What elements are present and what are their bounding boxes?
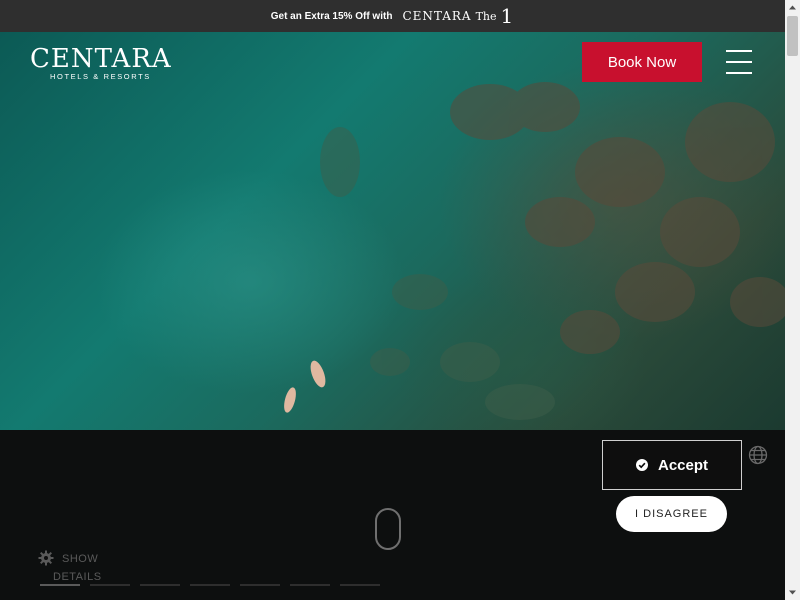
promo-brand-word: CENTARA: [402, 9, 472, 23]
promo-brand-mark: 1: [500, 4, 515, 28]
slide-progress-segment[interactable]: [340, 584, 380, 586]
accept-button[interactable]: Accept: [602, 440, 742, 490]
scroll-up-arrow-icon[interactable]: [785, 0, 800, 15]
page-scrollbar[interactable]: [785, 0, 800, 600]
slide-progress-segment[interactable]: [190, 584, 230, 586]
book-now-button[interactable]: Book Now: [582, 42, 702, 82]
slide-progress-segment[interactable]: [90, 584, 130, 586]
gear-icon: [38, 550, 54, 566]
disagree-button[interactable]: I DISAGREE: [616, 496, 727, 532]
scroll-thumb[interactable]: [787, 16, 798, 56]
centara-the1-logo: CENTARA The 1: [402, 4, 515, 28]
logo-subtitle: HOTELS & RESORTS: [50, 72, 151, 81]
slide-progress-segment[interactable]: [140, 584, 180, 586]
check-circle-icon: [635, 459, 648, 471]
slide-progress-segment[interactable]: [40, 584, 80, 586]
show-details-label-top: SHOW: [62, 553, 99, 565]
globe-icon[interactable]: [748, 445, 768, 465]
centara-logo[interactable]: CENTARA HOTELS & RESORTS: [30, 44, 172, 84]
rock-cluster: [450, 82, 785, 354]
slide-progress-segment[interactable]: [240, 584, 280, 586]
promo-brand-suffix: The: [475, 9, 497, 23]
hero-image: [0, 32, 785, 430]
slide-progress-segment[interactable]: [290, 584, 330, 586]
show-details-label-bottom: DETAILS: [53, 571, 102, 583]
accept-label: Accept: [657, 456, 709, 474]
scroll-down-indicator-icon: [375, 508, 401, 550]
hero-scene: [284, 82, 785, 420]
promo-bar[interactable]: Get an Extra 15% Off with CENTARA The 1: [0, 0, 785, 32]
logo-wordmark: CENTARA: [30, 44, 172, 74]
submerged-rocks: [320, 127, 555, 420]
scroll-down-arrow-icon[interactable]: [785, 585, 800, 600]
swimmers: [284, 360, 326, 413]
promo-text: Get an Extra 15% Off with: [270, 10, 393, 22]
hamburger-menu-icon[interactable]: [726, 50, 754, 76]
